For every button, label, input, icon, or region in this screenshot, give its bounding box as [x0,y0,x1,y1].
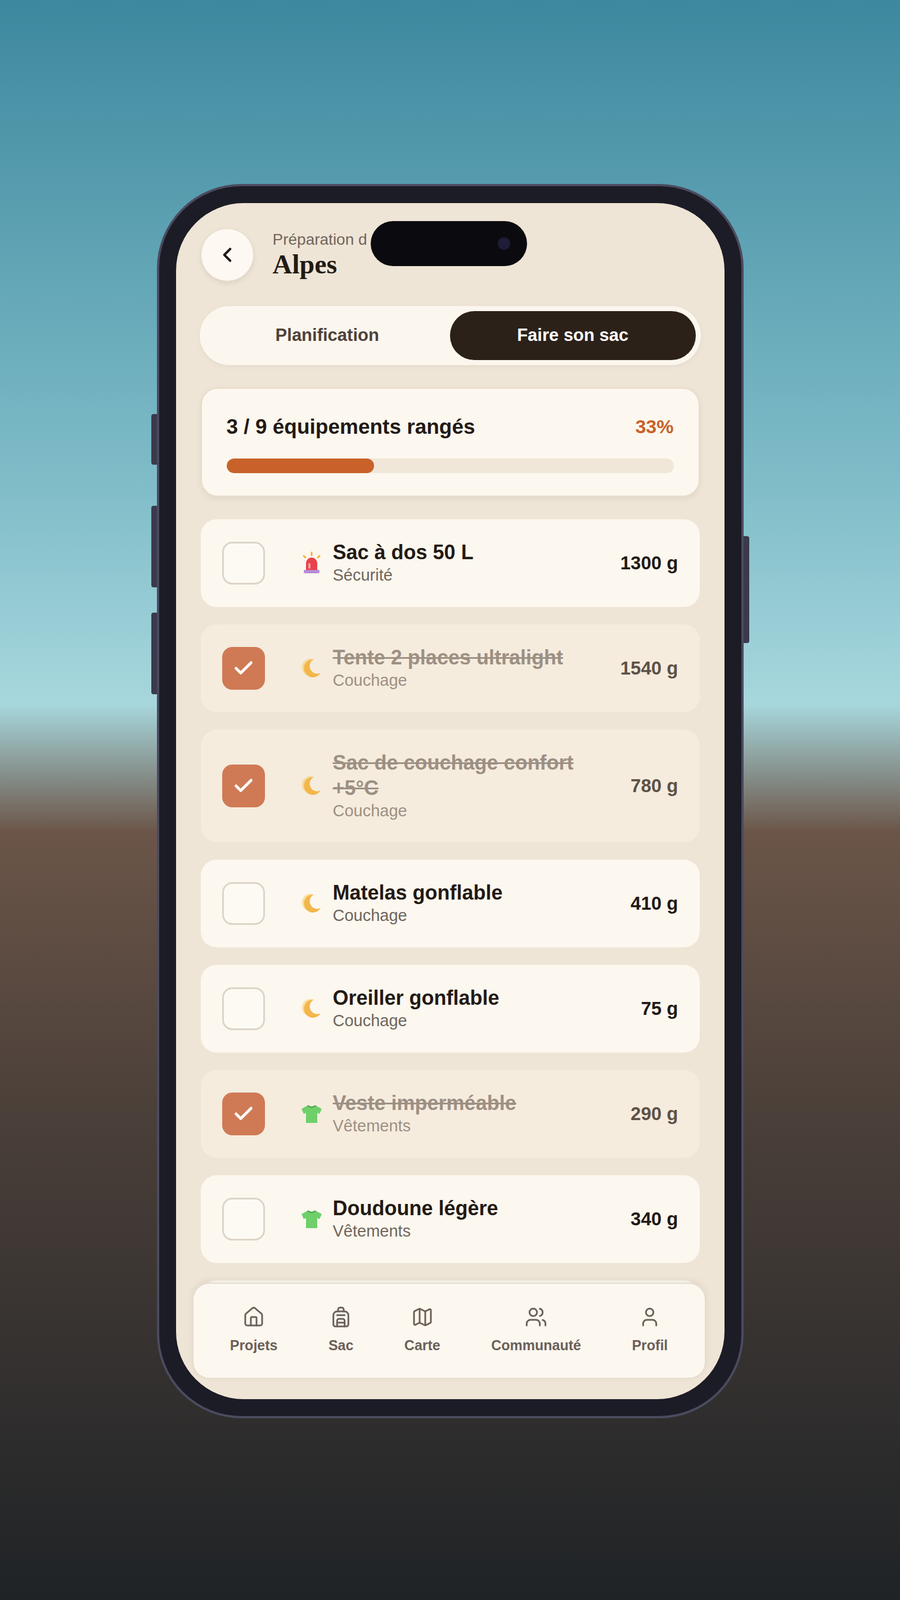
item-name: Oreiller gonflable [333,984,581,1011]
tab[interactable]: Planification [204,311,451,360]
item-checkbox[interactable] [222,987,265,1030]
map-icon [411,1305,434,1329]
gear-list: Sac à dos 50 LSécurité 1300 g Tente 2 plac… [176,519,725,1400]
volume-up-button[interactable] [151,505,157,588]
item-checkbox[interactable] [222,1092,265,1136]
nav-item[interactable]: Communauté [487,1305,585,1357]
moon-icon [299,996,324,1021]
progress-percent: 33% [635,412,674,441]
item-weight: 1540 g [594,654,679,683]
item-weight: 410 g [594,889,679,918]
moon-icon [299,655,324,681]
item-name: Doudoune légère [333,1195,581,1221]
gear-item[interactable]: Tente 2 places ultralightCouchage 1540 g [200,624,700,713]
dynamic-island [370,221,528,267]
item-weight: 340 g [594,1204,679,1233]
item-name: Sac de couchage confort +5°C [333,749,581,801]
backpack-icon [329,1305,353,1329]
progress-label: 3 / 9 équipements rangés [226,411,476,443]
users-icon [524,1305,548,1329]
gear-item[interactable]: Sac à dos 50 LSécurité 1300 g [200,519,700,607]
nav-item[interactable]: Sac [325,1305,357,1357]
back-button[interactable] [200,228,254,282]
bottom-nav: Projets Sac Carte Communauté Profil [192,1282,706,1379]
item-weight: 780 g [594,771,679,800]
item-category: Couchage [333,1010,581,1032]
phone-frame: Préparation dAlpes PlanificationFaire son… [156,183,744,1419]
item-checkbox[interactable] [222,764,265,808]
moon-icon [299,891,324,916]
power-button[interactable] [743,536,750,643]
item-name: Sac à dos 50 L [333,539,581,565]
item-checkbox[interactable] [222,541,265,585]
volume-down-button[interactable] [151,612,157,695]
progress-fill [226,458,375,474]
check-icon [232,1102,255,1125]
tab[interactable]: Faire son sac [450,311,696,360]
item-category: Vêtements [333,1115,581,1137]
home-icon [242,1305,265,1329]
subtitle: Préparation d [272,230,368,250]
item-weight: 75 g [594,994,679,1023]
item-category: Vêtements [333,1220,581,1242]
item-category: Sécurité [333,564,581,587]
item-name: Tente 2 places ultralight [333,644,581,670]
user-icon [638,1305,661,1329]
item-category: Couchage [333,905,581,927]
item-checkbox[interactable] [222,646,265,690]
gear-item[interactable]: Doudoune légèreVêtements 340 g [200,1175,700,1263]
check-icon [232,657,255,680]
tshirt-icon [299,1101,324,1127]
nav-item[interactable]: Projets [226,1305,282,1357]
item-checkbox[interactable] [222,1197,265,1241]
moon-icon [299,773,324,799]
gear-item[interactable]: Sac de couchage confort +5°CCouchage 780 … [200,729,700,843]
gear-item[interactable]: Veste imperméableVêtements 290 g [200,1069,700,1158]
progress-bar [226,458,674,474]
nav-item[interactable]: Carte [401,1305,444,1357]
segmented-control: PlanificationFaire son sac [199,306,701,366]
check-icon [232,774,255,798]
chevron-left-icon [215,243,240,267]
action-button[interactable] [151,414,157,465]
item-name: Veste imperméable [333,1090,581,1116]
item-category: Couchage [333,800,581,822]
item-name: Matelas gonflable [333,879,581,906]
siren-icon [299,550,324,576]
item-checkbox[interactable] [222,882,265,925]
screen: Préparation dAlpes PlanificationFaire son… [176,203,725,1399]
progress-card: 3 / 9 équipements rangés 33% [200,387,700,497]
item-weight: 290 g [594,1099,679,1128]
gear-item[interactable]: Oreiller gonflableCouchage 75 g [200,964,700,1053]
tshirt-icon [299,1206,324,1232]
page: Préparation dAlpes PlanificationFaire son… [0,0,900,1600]
item-category: Couchage [333,669,581,692]
item-weight: 1300 g [594,549,679,578]
title: Alpes [272,248,368,280]
gear-item[interactable]: Matelas gonflableCouchage 410 g [200,859,700,948]
nav-item[interactable]: Profil [628,1305,672,1357]
